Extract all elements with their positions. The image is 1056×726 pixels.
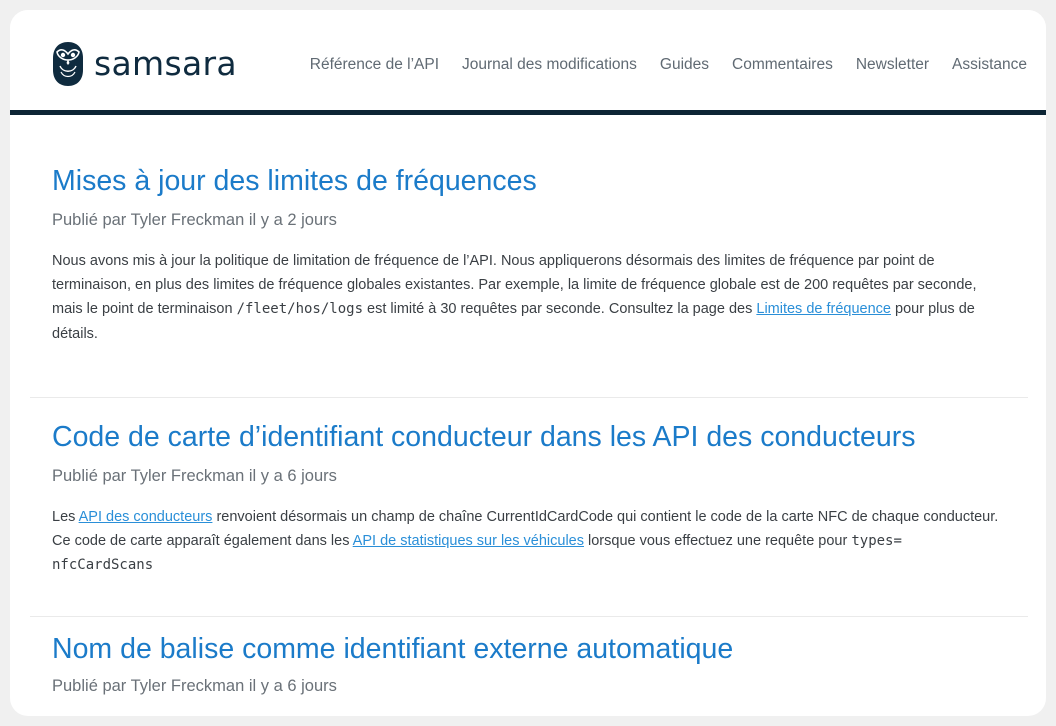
post-byline: Publié par Tyler Freckman il y a 6 jours bbox=[52, 677, 337, 695]
header-divider bbox=[10, 110, 1046, 115]
post-divider bbox=[30, 616, 1028, 617]
nav-feedback[interactable]: Commentaires bbox=[732, 55, 833, 75]
vehicle-stats-api-link[interactable]: API de statistiques sur les véhicules bbox=[353, 533, 584, 549]
post-byline: Publié par Tyler Freckman il y a 2 jours bbox=[52, 211, 337, 229]
brand-wordmark: samsara bbox=[94, 43, 237, 83]
drivers-api-link[interactable]: API des conducteurs bbox=[79, 509, 213, 525]
endpoint-code: /fleet/hos/logs bbox=[236, 301, 364, 318]
nav-newsletter[interactable]: Newsletter bbox=[856, 55, 929, 75]
post-body: Nous avons mis à jour la politique de li… bbox=[52, 249, 1002, 346]
page-frame: samsara Référence de l’API Journal des m… bbox=[10, 10, 1046, 716]
changelog-post: Nom de balise comme identifiant externe … bbox=[52, 628, 733, 698]
post-title[interactable]: Mises à jour des limites de fréquences bbox=[52, 160, 1002, 202]
site-header: samsara Référence de l’API Journal des m… bbox=[10, 10, 1046, 110]
post-byline: Publié par Tyler Freckman il y a 6 jours bbox=[52, 467, 337, 485]
nav-api-reference[interactable]: Référence de l’API bbox=[310, 55, 439, 75]
samsara-logo[interactable]: samsara bbox=[51, 40, 237, 88]
owl-logo-icon bbox=[53, 42, 83, 86]
nav-changelog[interactable]: Journal des modifications bbox=[462, 55, 637, 75]
post-body: Les API des conducteurs renvoient désorm… bbox=[52, 505, 1002, 578]
rate-limits-link[interactable]: Limites de fréquence bbox=[756, 301, 891, 317]
changelog-post: Mises à jour des limites de fréquences P… bbox=[52, 160, 1002, 346]
nav-support[interactable]: Assistance bbox=[952, 55, 1027, 75]
post-title[interactable]: Code de carte d’identifiant conducteur d… bbox=[52, 416, 1002, 458]
post-body-text: est limité à 30 requêtes par seconde. Co… bbox=[363, 301, 757, 318]
post-body-text: lorsque vous effectuez une requête pour bbox=[583, 533, 852, 550]
main-nav: Référence de l’API Journal des modificat… bbox=[287, 55, 1027, 75]
changelog-post: Code de carte d’identifiant conducteur d… bbox=[52, 416, 1002, 578]
post-divider bbox=[30, 397, 1028, 398]
post-body-text: Les bbox=[52, 509, 79, 525]
nav-guides[interactable]: Guides bbox=[660, 55, 709, 75]
post-title[interactable]: Nom de balise comme identifiant externe … bbox=[52, 628, 733, 670]
